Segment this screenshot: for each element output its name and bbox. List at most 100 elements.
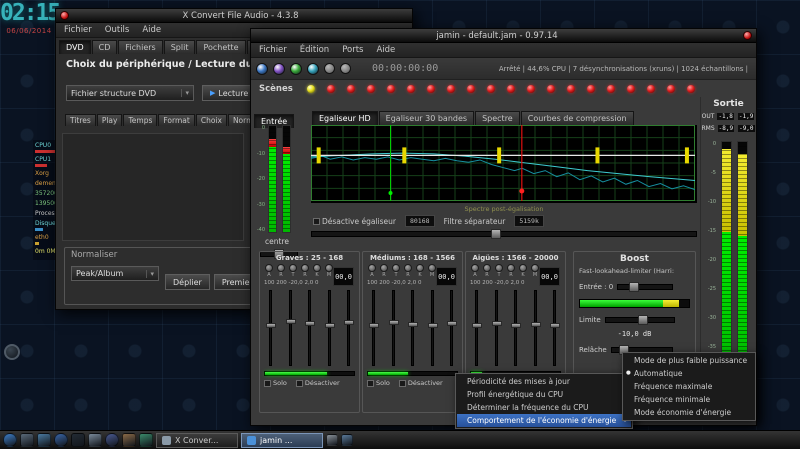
terminal-icon[interactable] xyxy=(71,433,85,447)
knob-dial[interactable] xyxy=(483,264,491,272)
tab-spectre[interactable]: Spectre xyxy=(475,111,520,125)
knob-dial[interactable] xyxy=(380,264,388,272)
knob-dial[interactable] xyxy=(301,264,309,272)
toolbar-button-4[interactable] xyxy=(307,63,319,75)
band-slider[interactable] xyxy=(372,290,375,366)
tab-courbes-de-compression[interactable]: Courbes de compression xyxy=(521,111,634,125)
scene-led[interactable] xyxy=(587,85,595,93)
menu-item-fichier[interactable]: Fichier xyxy=(259,45,287,55)
band-slider[interactable] xyxy=(553,290,556,366)
eq-graph-canvas[interactable] xyxy=(311,125,695,201)
band-slider[interactable] xyxy=(269,290,272,366)
knob-dial[interactable] xyxy=(416,264,424,272)
knob-dial[interactable] xyxy=(368,264,376,272)
xconvert-titlebar[interactable]: X Convert File Audio - 4.3.8 xyxy=(56,9,412,23)
slider-handle[interactable] xyxy=(531,322,541,327)
scene-led[interactable] xyxy=(367,85,375,93)
knob-dial[interactable] xyxy=(428,264,436,272)
slider-handle[interactable] xyxy=(491,229,501,239)
limiter-input-slider[interactable] xyxy=(617,284,673,290)
scene-led[interactable] xyxy=(547,85,555,93)
tab-temps[interactable]: Temps xyxy=(123,114,157,126)
knob-dial[interactable] xyxy=(265,264,273,272)
band-slider[interactable] xyxy=(495,290,498,366)
help-icon[interactable] xyxy=(105,433,119,447)
slider-handle[interactable] xyxy=(428,323,438,328)
toolbar-button-1[interactable] xyxy=(256,63,268,75)
menu-item-dition[interactable]: Édition xyxy=(300,45,329,55)
menu-item-aide[interactable]: Aide xyxy=(142,25,161,35)
scene-led[interactable] xyxy=(687,85,695,93)
menu-item-outils[interactable]: Outils xyxy=(105,25,130,35)
eq-curve-editor[interactable] xyxy=(311,125,697,203)
context-menu-item-profil-nerg-tique-du-cpu[interactable]: Profil énergétique du CPU▸ xyxy=(457,388,631,401)
slider-handle[interactable] xyxy=(511,323,521,328)
jamin-titlebar[interactable]: jamin - default.jam - 0.97.14 xyxy=(251,29,756,43)
solo-checkbox[interactable]: Solo xyxy=(367,379,390,387)
desktop-widget-icon[interactable] xyxy=(4,344,20,360)
menu-item-ports[interactable]: Ports xyxy=(342,45,363,55)
submenu-item-automatique[interactable]: ●Automatique xyxy=(624,367,754,380)
band-slider[interactable] xyxy=(431,290,434,366)
scene-led[interactable] xyxy=(387,85,395,93)
bypass-checkbox[interactable]: Désactiver xyxy=(399,379,443,387)
close-icon[interactable] xyxy=(743,31,752,40)
knob-dial[interactable] xyxy=(495,264,503,272)
slider-handle[interactable] xyxy=(492,321,502,326)
slider-handle[interactable] xyxy=(389,320,399,325)
band-slider[interactable] xyxy=(411,290,414,366)
bypass-checkbox[interactable]: Désactiver xyxy=(296,379,340,387)
eq-handle[interactable] xyxy=(402,147,406,163)
scene-led[interactable] xyxy=(467,85,475,93)
taskbar-task-x-conver[interactable]: X Conver... xyxy=(156,433,238,448)
scene-led-active[interactable] xyxy=(307,85,315,93)
context-menu-item-comportement-de-l-conomie-d-[interactable]: Comportement de l'économie d'énergie▸ xyxy=(457,414,631,427)
scene-led[interactable] xyxy=(487,85,495,93)
tab-dvd[interactable]: DVD xyxy=(59,40,91,54)
scene-led[interactable] xyxy=(567,85,575,93)
scene-led[interactable] xyxy=(327,85,335,93)
slider-handle[interactable] xyxy=(325,323,335,328)
knob-dial[interactable] xyxy=(313,264,321,272)
submenu-item-mode-de-plus-faible-puissanc[interactable]: Mode de plus faible puissance xyxy=(624,354,754,367)
slider-handle[interactable] xyxy=(266,323,276,328)
d-plier-button[interactable]: Déplier xyxy=(165,274,210,290)
media-player-icon[interactable] xyxy=(139,433,153,447)
limiter-limit-slider[interactable] xyxy=(605,317,675,323)
scene-led[interactable] xyxy=(407,85,415,93)
tab-egaliseur-hd[interactable]: Egaliseur HD xyxy=(312,111,378,125)
menu-item-fichier[interactable]: Fichier xyxy=(64,25,92,35)
play-button[interactable]: ▶ Lecture xyxy=(202,85,256,101)
toolbar-gray-button-2[interactable] xyxy=(340,63,351,74)
tab-cd[interactable]: CD xyxy=(92,40,118,54)
taskbar-task-jamin[interactable]: jamin ... xyxy=(241,433,323,448)
tab-titres[interactable]: Titres xyxy=(65,114,96,126)
clipboard-icon[interactable] xyxy=(326,434,338,446)
tab-play[interactable]: Play xyxy=(97,114,123,126)
band-slider[interactable] xyxy=(328,290,331,366)
knob-dial[interactable] xyxy=(325,264,333,272)
band-slider[interactable] xyxy=(514,290,517,366)
context-menu-item-p-riodicit-des-mises-jour[interactable]: Périodicité des mises à jour▸ xyxy=(457,375,631,388)
package-icon[interactable] xyxy=(122,433,136,447)
knob-dial[interactable] xyxy=(392,264,400,272)
band-slider[interactable] xyxy=(289,290,292,366)
tab-split[interactable]: Split xyxy=(164,40,196,54)
eq-handle[interactable] xyxy=(317,147,321,163)
slider-handle[interactable] xyxy=(344,320,354,325)
band-slider[interactable] xyxy=(450,290,453,366)
file-manager-icon[interactable] xyxy=(37,433,51,447)
knob-dial[interactable] xyxy=(277,264,285,272)
slider-handle[interactable] xyxy=(629,282,639,292)
eq-handle[interactable] xyxy=(685,147,689,163)
tab-pochette[interactable]: Pochette xyxy=(196,40,245,54)
toolbar-button-3[interactable] xyxy=(290,63,302,75)
band-slider[interactable] xyxy=(392,290,395,366)
submenu-item-fr-quence-maximale[interactable]: Fréquence maximale xyxy=(624,380,754,393)
toolbar-button-2[interactable] xyxy=(273,63,285,75)
knob-dial[interactable] xyxy=(519,264,527,272)
tab-choix[interactable]: Choix xyxy=(196,114,227,126)
band-slider[interactable] xyxy=(534,290,537,366)
knob-dial[interactable] xyxy=(507,264,515,272)
text-editor-icon[interactable] xyxy=(88,433,102,447)
